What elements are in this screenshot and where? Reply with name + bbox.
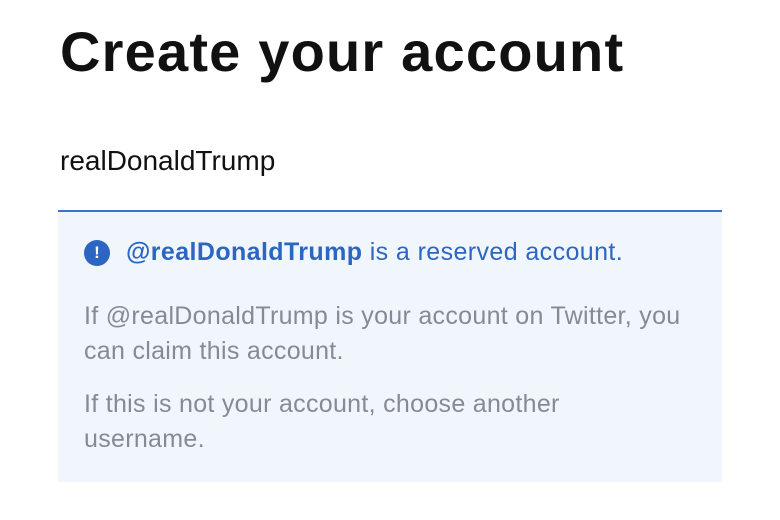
notice-message-suffix: is a reserved account. xyxy=(362,238,624,266)
username-field[interactable] xyxy=(58,130,722,212)
page-title: Create your account xyxy=(60,20,625,83)
notice-header: ! @realDonaldTrump is a reserved account… xyxy=(84,238,623,267)
choose-another-text: If this is not your account, choose anot… xyxy=(84,390,560,453)
notice-message: @realDonaldTrump is a reserved account. xyxy=(126,238,623,267)
claim-account-text: If @realDonaldTrump is your account on T… xyxy=(84,302,681,365)
reserved-handle: @realDonaldTrump xyxy=(126,238,363,266)
alert-circle-icon: ! xyxy=(84,239,110,266)
username-input[interactable] xyxy=(60,142,660,180)
reserved-account-notice: ! @realDonaldTrump is a reserved account… xyxy=(58,212,722,482)
create-account-page: Create your account ! @realDonaldTrump i… xyxy=(0,0,780,520)
